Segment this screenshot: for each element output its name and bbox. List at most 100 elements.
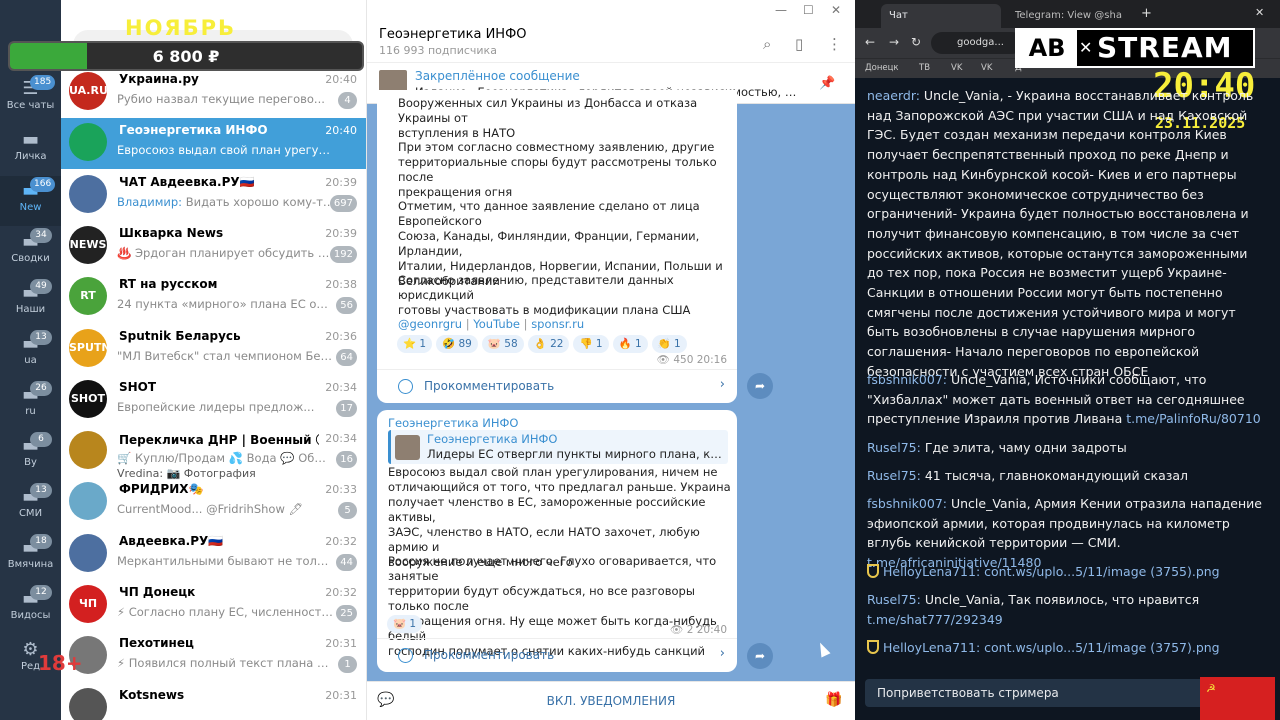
folder-tab[interactable]: ▬ Личка [0, 125, 61, 175]
chat-row[interactable]: Авдеевка.РУ🇷🇺 20:32 Меркантильными бывают … [61, 529, 366, 580]
pinned-title: Закреплённое сообщение [415, 69, 580, 83]
forward-button[interactable]: ➦ [747, 643, 773, 669]
bookmark-item[interactable]: ТВ [919, 63, 930, 73]
avatar [69, 123, 107, 162]
chat-link[interactable]: cont.ws/uplo...5/11/image (3757).png [984, 640, 1219, 655]
text-line: При этом согласно совместному заявлению,… [398, 140, 715, 154]
post-time: 20:40 [696, 624, 727, 636]
folder-tab[interactable]: ▬ Видосы 12 [0, 584, 61, 634]
donation-goal-bar: 6 800 ₽ [8, 41, 364, 71]
tab-chat[interactable]: Чат [881, 4, 1001, 28]
reaction-chip[interactable]: 🔥 1 [612, 335, 648, 353]
folder-tab[interactable]: ▬ СМИ 13 [0, 482, 61, 532]
chat-row[interactable]: UA.RU Украина.ру 20:40 Рубио назвал текущие… [61, 67, 366, 118]
ussr-flag: ☭ [1200, 677, 1275, 720]
reaction-chip[interactable]: 🤣 89 [436, 335, 478, 353]
folder-label: Личка [14, 151, 47, 162]
unread-badge: 185 [30, 75, 56, 90]
chat-username[interactable]: Rusel75: [867, 592, 921, 607]
folder-tab[interactable]: ▬ Наши 49 [0, 278, 61, 328]
preview-text: Европейские лидеры предлож... [117, 399, 315, 414]
chat-username[interactable]: fsbshnik007: [867, 496, 947, 511]
channel-footer: 💬 ВКЛ. УВЕДОМЛЕНИЯ 🎁 [367, 681, 855, 720]
chat-username[interactable]: fsbshnik007: [867, 372, 947, 387]
subscriber-count: 116 993 подписчика [379, 44, 497, 57]
tab-strip: Чат Telegram: View @sha + ✕ [855, 0, 1280, 28]
notifications-toggle[interactable]: ВКЛ. УВЕДОМЛЕНИЯ [367, 694, 855, 708]
chat-preview: 🛒 Куплю/Продам 💦 Вода 💬 Общ... [117, 451, 335, 465]
reaction-chip[interactable]: 🐷 1 [387, 615, 423, 633]
folder-tab[interactable]: ☰ Все чаты 185 [0, 74, 61, 124]
chat-row[interactable]: RT RT на русском 20:38 24 пункта «мирного» … [61, 272, 366, 323]
close-icon[interactable]: ✕ [831, 3, 841, 17]
chat-row[interactable]: ФРИДРИХ🎭 20:33 CurrentMood... @FridrihShow… [61, 477, 366, 528]
chat-link[interactable]: t.me/shat777/292349 [867, 612, 1003, 627]
chat-row[interactable]: NEWS Шкварка News 20:39 ♨️ Эрдоган планируе… [61, 221, 366, 272]
chat-username[interactable]: neaerdr: [867, 88, 920, 103]
bookmark-item[interactable]: VK [981, 63, 992, 73]
chat-row[interactable]: Kotsnews 20:31 [61, 683, 366, 720]
greet-label: Поприветствовать стримера [877, 686, 1059, 700]
close-icon[interactable]: ✕ [1255, 6, 1264, 19]
comment-button[interactable]: Прокомментировать › [377, 369, 737, 403]
chat-row[interactable]: SPUTNIK BY Sputnik Беларусь 20:36 "МЛ Витеб… [61, 324, 366, 375]
forward-button[interactable]: ➦ [747, 373, 773, 399]
address-bar[interactable]: goodga... [931, 32, 1023, 54]
chat-list: UA.RU Украина.ру 20:40 Рубио назвал текущие… [61, 0, 366, 720]
folder-tab[interactable]: ▬ Сводки 34 [0, 227, 61, 277]
reload-icon[interactable]: ↻ [911, 35, 921, 49]
chat-link[interactable]: cont.ws/uplo...5/11/image (3755).png [984, 564, 1219, 579]
forward-icon[interactable]: → [889, 35, 899, 49]
gift-icon[interactable]: 🎁 [825, 692, 842, 708]
search-icon[interactable]: ⌕ [763, 35, 771, 53]
chat-row[interactable]: Пехотинец 20:31 ⚡ Появился полный текст пл… [61, 631, 366, 682]
channel-header[interactable]: Геоэнергетика ИНФО 116 993 подписчика ⌕ … [367, 0, 855, 62]
link-youtube[interactable]: YouTube [473, 317, 520, 331]
folder-tab[interactable]: ▬ ua 13 [0, 329, 61, 379]
reply-quote[interactable]: Геоэнергетика ИНФО Лидеры ЕС отвергли пу… [388, 430, 728, 464]
more-icon[interactable]: ⋮ [827, 35, 842, 53]
folder-tab[interactable]: ▬ New 166 [0, 176, 61, 226]
chat-username[interactable]: Rusel75: [867, 468, 921, 483]
minimize-icon[interactable]: — [775, 3, 787, 17]
folder-tab[interactable]: ▬ By 6 [0, 431, 61, 481]
reaction-chip[interactable]: 👏 1 [651, 335, 687, 353]
folder-tab[interactable]: ▬ ru 26 [0, 380, 61, 430]
chat-name: ФРИДРИХ🎭 [119, 482, 204, 497]
post-author: Геоэнергетика ИНФО [388, 416, 519, 430]
chat-username[interactable]: Rusel75: [867, 440, 921, 455]
chat-row[interactable]: SHOT SHOT 20:34 Европейские лидеры предлож.… [61, 375, 366, 426]
reaction-chip[interactable]: 🐷 58 [481, 335, 524, 353]
new-tab-icon[interactable]: + [1141, 6, 1152, 21]
unread-count: 44 [336, 553, 357, 571]
chat-row[interactable]: Геоэнергетика ИНФО 20:40 Евросоюз выдал св… [61, 118, 366, 170]
link-geonrgru[interactable]: @geonrgru [398, 317, 462, 331]
chat-username[interactable]: HelloyLena711: [883, 564, 980, 579]
pin-icon[interactable]: 📌 [819, 76, 835, 91]
reaction-chip[interactable]: 👎 1 [573, 335, 609, 353]
link-sponsr[interactable]: sponsr.ru [531, 317, 584, 331]
bookmark-item[interactable]: VK [951, 63, 962, 73]
channel-title: Геоэнергетика ИНФО [379, 27, 527, 42]
chat-row[interactable]: ЧП ЧП Донецк 20:32 ⚡ Согласно плану ЕС, чис… [61, 580, 366, 631]
text-line: территории будут обсуждаться, но все раз… [388, 584, 695, 613]
reaction-chip[interactable]: ⭐ 1 [397, 335, 433, 353]
quote-title: Геоэнергетика ИНФО [427, 432, 558, 446]
maximize-icon[interactable]: ☐ [803, 3, 814, 17]
avatar [69, 431, 107, 470]
comment-button[interactable]: Прокомментировать › [377, 638, 737, 672]
tab-telegram[interactable]: Telegram: View @sha [1007, 4, 1127, 28]
bookmark-item[interactable]: Донецк [865, 63, 899, 73]
folder-label: Видосы [10, 610, 51, 621]
folder-tab[interactable]: ▬ Вмячина 18 [0, 533, 61, 583]
chat-username[interactable]: HelloyLena711: [883, 640, 980, 655]
chat-preview: Евросоюз выдал свой план урегулирования,… [117, 143, 335, 157]
chat-row[interactable]: ЧАТ Авдеевка.РУ🇷🇺 20:39 Владимир: Видать х… [61, 170, 366, 221]
chat-preview: ⚡ Согласно плану ЕС, численность ... [117, 605, 335, 619]
chat-link[interactable]: t.me/PalinfoRu/80710 [1126, 411, 1261, 426]
folder-rail: ☰ Все чаты 185 ▬ Личка ▬ New 166 ▬ Сводки 34 ▬ Наши 4… [0, 0, 61, 720]
sidebar-toggle-icon[interactable]: ▯ [795, 35, 803, 53]
back-icon[interactable]: ← [865, 35, 875, 49]
comment-label: Прокомментировать [424, 648, 555, 662]
reaction-chip[interactable]: 👌 22 [527, 335, 570, 353]
